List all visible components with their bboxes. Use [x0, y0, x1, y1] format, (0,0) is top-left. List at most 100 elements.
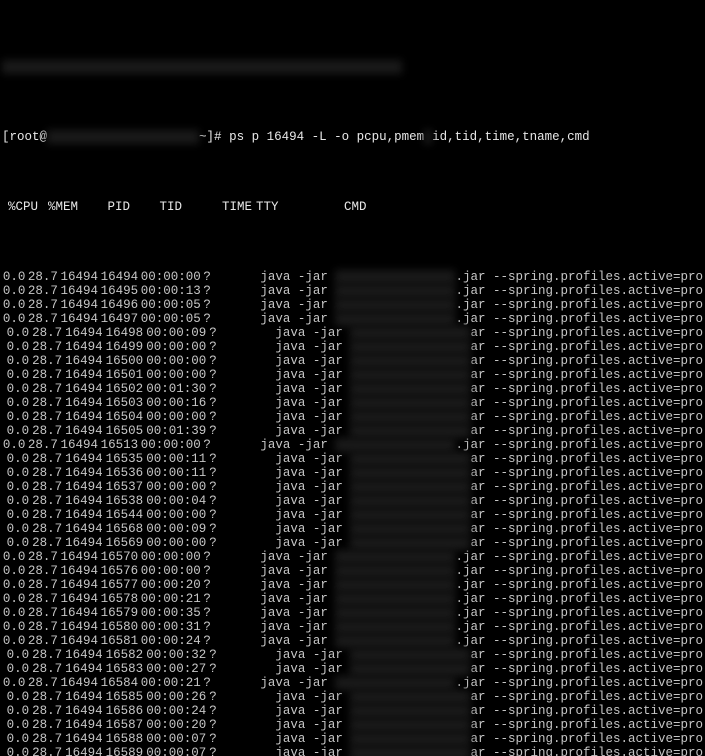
- cell-pid: 16494: [61, 620, 99, 634]
- cell-cmd-redacted: xxxxxxxxxxxxxxx: [335, 606, 455, 620]
- cell-cmd-flag: --spring.profiles.active=pro: [493, 606, 703, 620]
- cell-cmd-redacted: xxxxxxxxxxxxxxx: [350, 466, 470, 480]
- cell-pid: 16494: [65, 494, 103, 508]
- cell-tid: 16513: [101, 438, 139, 452]
- cell-pid: 16494: [65, 382, 103, 396]
- cell-mem: 28.7: [28, 312, 58, 326]
- cell-cmd-left: java -jar: [275, 494, 350, 508]
- cell-cmd-redacted: xxxxxxxxxxxxxxx: [335, 564, 455, 578]
- cell-tid: 16500: [106, 354, 144, 368]
- cell-time: 00:00:32: [146, 648, 206, 662]
- cell-mem: 28.7: [32, 662, 62, 676]
- cell-cmd-flag: --spring.profiles.active=pro: [493, 424, 703, 438]
- cell-cmd-jar: .jar: [455, 676, 493, 690]
- cell-tid: 16496: [101, 298, 139, 312]
- cell-time: 00:00:11: [146, 466, 206, 480]
- table-row: 0.028.7164941649400:00:00?java -jar xxxx…: [2, 270, 703, 284]
- cell-pid: 16494: [61, 564, 99, 578]
- cell-mem: 28.7: [32, 396, 62, 410]
- cell-cmd-left: java -jar: [260, 438, 335, 452]
- cell-cmd-flag: --spring.profiles.active=pro: [493, 522, 703, 536]
- cell-tty: ?: [209, 340, 233, 354]
- cell-pid: 16494: [61, 312, 99, 326]
- cell-tty: ?: [203, 578, 224, 592]
- cell-time: 00:00:00: [146, 368, 206, 382]
- cell-cmd-redacted: xxxxxxxxxxxxxxx: [335, 284, 455, 298]
- cell-mem: 28.7: [32, 354, 62, 368]
- cell-pid: 16494: [65, 704, 103, 718]
- table-row: 0.028.7164941649800:00:09?java -jar xxxx…: [2, 326, 703, 340]
- cell-tid: 16544: [106, 508, 144, 522]
- cell-cmd-left: java -jar: [275, 424, 350, 438]
- cell-cpu: 0.0: [2, 382, 29, 396]
- cell-cmd-left: java -jar: [275, 368, 350, 382]
- cell-pid: 16494: [65, 466, 103, 480]
- cell-mem: 28.7: [28, 284, 58, 298]
- cell-tty: ?: [203, 564, 224, 578]
- cell-cpu: 0.0: [2, 536, 29, 550]
- table-row: 0.028.7164941650300:00:16?java -jar xxxx…: [2, 396, 703, 410]
- cell-mem: 28.7: [28, 270, 58, 284]
- cell-tty: ?: [209, 732, 233, 746]
- cell-tid: 16576: [101, 564, 139, 578]
- cell-tty: ?: [209, 746, 233, 756]
- cell-cmd-jar: ar: [470, 424, 493, 438]
- cell-cpu: 0.0: [2, 354, 29, 368]
- cell-cmd-flag: --spring.profiles.active=pro: [493, 326, 703, 340]
- ps-header-row: %CPU%MEMPIDTIDTIMETTYCMD: [2, 200, 703, 214]
- table-row: 0.028.7164941651300:00:00?java -jar xxxx…: [2, 438, 703, 452]
- cell-cmd-jar: ar: [470, 690, 493, 704]
- cell-tty: ?: [209, 662, 233, 676]
- cell-cmd-jar: ar: [470, 354, 493, 368]
- cell-time: 00:00:07: [146, 732, 206, 746]
- cell-cmd-jar: ar: [470, 480, 493, 494]
- table-row: 0.028.7164941658700:00:20?java -jar xxxx…: [2, 718, 703, 732]
- cell-cmd-left: java -jar: [260, 578, 335, 592]
- cell-tid: 16580: [101, 620, 139, 634]
- prompt-line: [root@xxxxxxxxxx xxxxxxxx~]# ps p 16494 …: [2, 130, 703, 144]
- cell-cmd-left: java -jar: [260, 284, 335, 298]
- cell-tty: ?: [209, 480, 233, 494]
- cell-tid: 16536: [106, 466, 144, 480]
- col-tty: TTY: [256, 200, 288, 214]
- cell-cmd-left: java -jar: [275, 466, 350, 480]
- cell-time: 00:00:24: [141, 634, 201, 648]
- terminal-output[interactable]: xxxxxxxxxxxxxxxxxxxxxxxxxxxxxxxxxxxxxxxx…: [0, 0, 705, 756]
- cell-cmd-flag: --spring.profiles.active=pro: [493, 550, 703, 564]
- cell-cmd-jar: ar: [470, 508, 493, 522]
- cell-cmd-jar: ar: [470, 466, 493, 480]
- cell-mem: 28.7: [32, 326, 62, 340]
- cell-cmd-left: java -jar: [260, 676, 335, 690]
- cell-cmd-left: java -jar: [260, 312, 335, 326]
- cell-cmd-flag: --spring.profiles.active=pro: [493, 368, 703, 382]
- cell-tty: ?: [203, 634, 224, 648]
- cell-tty: ?: [209, 522, 233, 536]
- cell-time: 00:00:21: [141, 676, 201, 690]
- cell-cpu: 0.0: [2, 480, 29, 494]
- cell-tty: ?: [209, 382, 233, 396]
- cell-cmd-redacted: xxxxxxxxxxxxxxx: [350, 648, 470, 662]
- cell-time: 00:00:00: [146, 480, 206, 494]
- cell-cmd-jar: .jar: [455, 550, 493, 564]
- cell-time: 00:00:05: [141, 312, 201, 326]
- prompt-command-tail: id,tid,time,tname,cmd: [432, 130, 590, 144]
- cell-cmd-left: java -jar: [275, 410, 350, 424]
- cell-tty: ?: [203, 606, 224, 620]
- cell-pid: 16494: [61, 634, 99, 648]
- cell-cmd-redacted: xxxxxxxxxxxxxxx: [350, 746, 470, 756]
- cell-cpu: 0.0: [2, 494, 29, 508]
- table-row: 0.028.7164941658900:00:07?java -jar xxxx…: [2, 746, 703, 756]
- cell-time: 00:00:00: [141, 270, 201, 284]
- cell-cmd-flag: --spring.profiles.active=pro: [493, 732, 703, 746]
- cell-cmd-jar: ar: [470, 704, 493, 718]
- cell-tid: 16588: [106, 732, 144, 746]
- cell-cpu: 0.0: [2, 312, 25, 326]
- cell-cpu: 0.0: [2, 270, 25, 284]
- cell-tid: 16582: [106, 648, 144, 662]
- cell-cmd-flag: --spring.profiles.active=pro: [493, 438, 703, 452]
- table-row: 0.028.7164941658300:00:27?java -jar xxxx…: [2, 662, 703, 676]
- cell-mem: 28.7: [28, 298, 58, 312]
- cell-tty: ?: [203, 438, 224, 452]
- cell-cmd-redacted: xxxxxxxxxxxxxxx: [335, 298, 455, 312]
- cell-mem: 28.7: [32, 704, 62, 718]
